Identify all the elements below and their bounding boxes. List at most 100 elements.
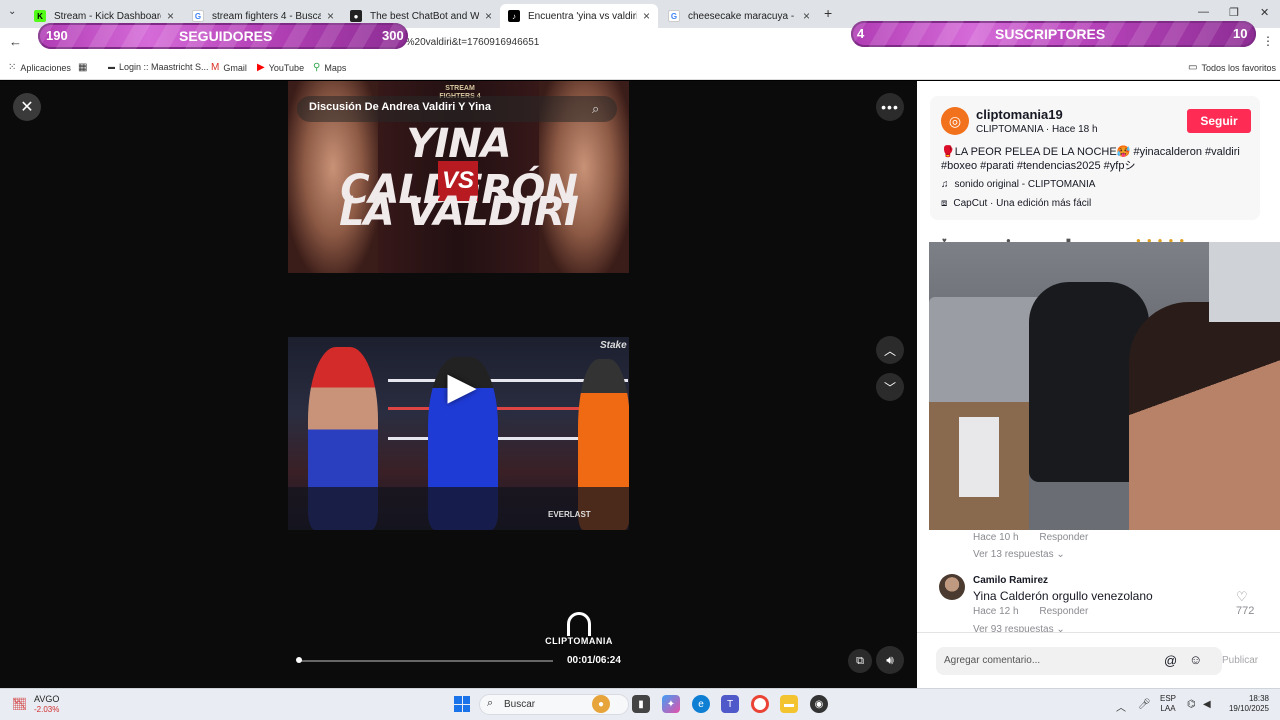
- google-icon: G: [192, 10, 204, 22]
- bookmarks-bar: ⁙ Aplicaciones ▦ ▬ Login :: Maastricht S…: [0, 56, 1280, 80]
- network-icon[interactable]: ⌬: [1187, 699, 1196, 710]
- capcut-icon: ⧈: [941, 198, 948, 209]
- comment-2-author[interactable]: Camilo Ramirez: [973, 575, 1048, 586]
- chrome-icon[interactable]: [751, 695, 769, 713]
- close-tab-icon[interactable]: ×: [167, 9, 174, 23]
- bookmark-maps[interactable]: ⚲ Maps: [313, 62, 346, 73]
- comment-2-likes: 772: [1236, 605, 1255, 617]
- ring-floor: [288, 487, 629, 530]
- subscribers-label: SUSCRIPTORES: [995, 26, 1106, 42]
- stock-change: -2.03%: [34, 705, 60, 714]
- grid-icon: ▦: [78, 62, 88, 73]
- comment-1-replies[interactable]: Ver 13 respuestas ⌄: [973, 549, 1065, 560]
- volume-button[interactable]: 🔊︎: [876, 646, 904, 674]
- windows-start-icon[interactable]: [454, 696, 470, 712]
- github-icon: ●: [350, 10, 362, 22]
- webcam-device: [959, 417, 999, 497]
- previous-video-button[interactable]: ︿: [876, 336, 904, 364]
- minimize-icon[interactable]: —: [1198, 6, 1209, 18]
- close-tab-icon[interactable]: ×: [485, 9, 492, 23]
- folder-icon: ▭: [1188, 62, 1198, 73]
- stake-watermark: Stake: [600, 340, 627, 351]
- copilot-icon[interactable]: ✦: [662, 695, 680, 713]
- tiktok-icon: ♪: [508, 10, 520, 22]
- site-icon: ▬: [108, 63, 115, 71]
- play-icon[interactable]: ▶: [440, 364, 484, 408]
- close-tab-icon[interactable]: ×: [803, 9, 810, 23]
- emoji-icon[interactable]: ☺: [1189, 652, 1202, 667]
- like-heart-icon[interactable]: ♡: [1236, 589, 1248, 605]
- comment-1-reply[interactable]: Responder: [1039, 532, 1088, 543]
- music-note-icon: ♫: [941, 179, 949, 190]
- clock[interactable]: 18:38 19/10/2025: [1227, 694, 1269, 714]
- all-favorites[interactable]: ▭ Todos los favoritos: [1188, 62, 1276, 73]
- task-view-icon[interactable]: ▮: [632, 695, 650, 713]
- tab-cheesecake[interactable]: G cheesecake maracuya - Buscar ×: [660, 4, 818, 28]
- channel-name[interactable]: cliptomania19: [976, 107, 1063, 122]
- follow-button[interactable]: Seguir: [1187, 109, 1251, 133]
- bookmark-gmail[interactable]: M Gmail: [211, 62, 247, 73]
- comment-1-time: Hace 10 h: [973, 532, 1019, 543]
- subscribers-goal: 10: [1233, 26, 1248, 41]
- file-explorer-icon[interactable]: ▬: [780, 695, 798, 713]
- menu-dots-icon[interactable]: ⋮: [1262, 34, 1274, 48]
- picture-in-picture-button[interactable]: ⧉: [848, 649, 872, 673]
- search-icon: ⌕: [487, 697, 494, 709]
- publish-button[interactable]: Publicar: [1222, 655, 1258, 666]
- comment-1-meta: Hace 10 h Responder: [973, 532, 1106, 543]
- progress-handle[interactable]: [296, 657, 302, 663]
- search-input[interactable]: Discusión De Andrea Valdiri Y Yina: [309, 101, 491, 113]
- obs-icon[interactable]: ◉: [810, 695, 828, 713]
- close-tab-icon[interactable]: ×: [327, 9, 334, 23]
- channel-subtitle: CLIPTOMANIA · Hace 18 h: [976, 124, 1098, 135]
- fruit-widget-icon[interactable]: ●: [592, 695, 610, 713]
- comment-2-reply[interactable]: Responder: [1039, 606, 1088, 617]
- followers-count: 190: [46, 28, 68, 43]
- edge-icon[interactable]: e: [692, 695, 710, 713]
- new-tab-button[interactable]: +: [824, 5, 832, 21]
- microphone-icon[interactable]: 🎤︎: [1138, 699, 1151, 710]
- youtube-icon: ▶: [257, 62, 265, 73]
- teams-icon[interactable]: T: [721, 695, 739, 713]
- next-video-button[interactable]: ﹀: [876, 373, 904, 401]
- logo-text: CLIPTOMANIA: [545, 636, 613, 646]
- comment-2-meta: Hace 12 h Responder: [973, 606, 1106, 617]
- close-window-icon[interactable]: ✕: [1260, 6, 1269, 19]
- stock-trend-icon: 📉︎: [12, 697, 28, 711]
- channel-avatar[interactable]: ◎: [941, 107, 969, 135]
- poster-name-2: LA VALDIRI: [339, 189, 579, 235]
- stock-name[interactable]: AVGO: [34, 694, 59, 704]
- mention-icon[interactable]: @: [1164, 653, 1177, 668]
- comment-2-text: Yina Calderón orgullo venezolano: [973, 589, 1153, 603]
- comment-placeholder[interactable]: Agregar comentario...: [944, 655, 1040, 666]
- time-display: 00:01/06:24: [567, 655, 621, 666]
- tab-list-chevron-icon[interactable]: ⌄: [8, 6, 16, 17]
- close-viewer-button[interactable]: ✕: [13, 93, 41, 121]
- music-row[interactable]: ♫ sonido original - CLIPTOMANIA: [941, 179, 1095, 190]
- webcam-overlay: [929, 242, 1280, 530]
- back-arrow-icon[interactable]: ←: [9, 34, 22, 49]
- volume-icon[interactable]: ◀︎: [1203, 699, 1211, 710]
- bookmark-grid[interactable]: ▦: [78, 62, 87, 73]
- language-indicator[interactable]: ESP LAA: [1160, 694, 1176, 714]
- everlast-text: EVERLAST: [548, 510, 591, 519]
- more-options-button[interactable]: •••: [876, 93, 904, 121]
- search-icon[interactable]: ⌕: [592, 101, 599, 117]
- tray-expand-icon[interactable]: ︿: [1116, 699, 1126, 714]
- subscribers-count: 4: [857, 26, 865, 41]
- bookmark-maastricht[interactable]: ▬ Login :: Maastricht S...: [108, 62, 209, 72]
- gmail-icon: M: [211, 62, 220, 73]
- bookmark-apps[interactable]: ⁙ Aplicaciones: [8, 62, 71, 73]
- capcut-row[interactable]: ⧈ CapCut · Una edición más fácil: [941, 198, 1091, 209]
- followers-label: SEGUIDORES: [179, 28, 273, 44]
- bookmark-youtube[interactable]: ▶ YouTube: [257, 62, 304, 73]
- apps-grid-icon: ⁙: [8, 62, 17, 73]
- comment-2-time: Hace 12 h: [973, 606, 1019, 617]
- tab-tiktok-search[interactable]: ♪ Encuentra 'yina vs valdiri' en Ti ×: [500, 4, 658, 28]
- avatar[interactable]: [939, 574, 965, 600]
- taskbar-search-text[interactable]: Buscar: [504, 699, 535, 710]
- restore-icon[interactable]: ❐: [1229, 6, 1239, 19]
- close-tab-icon[interactable]: ×: [643, 9, 650, 23]
- progress-track[interactable]: [298, 660, 553, 662]
- subscribers-overlay: 4 SUSCRIPTORES 10: [851, 21, 1256, 47]
